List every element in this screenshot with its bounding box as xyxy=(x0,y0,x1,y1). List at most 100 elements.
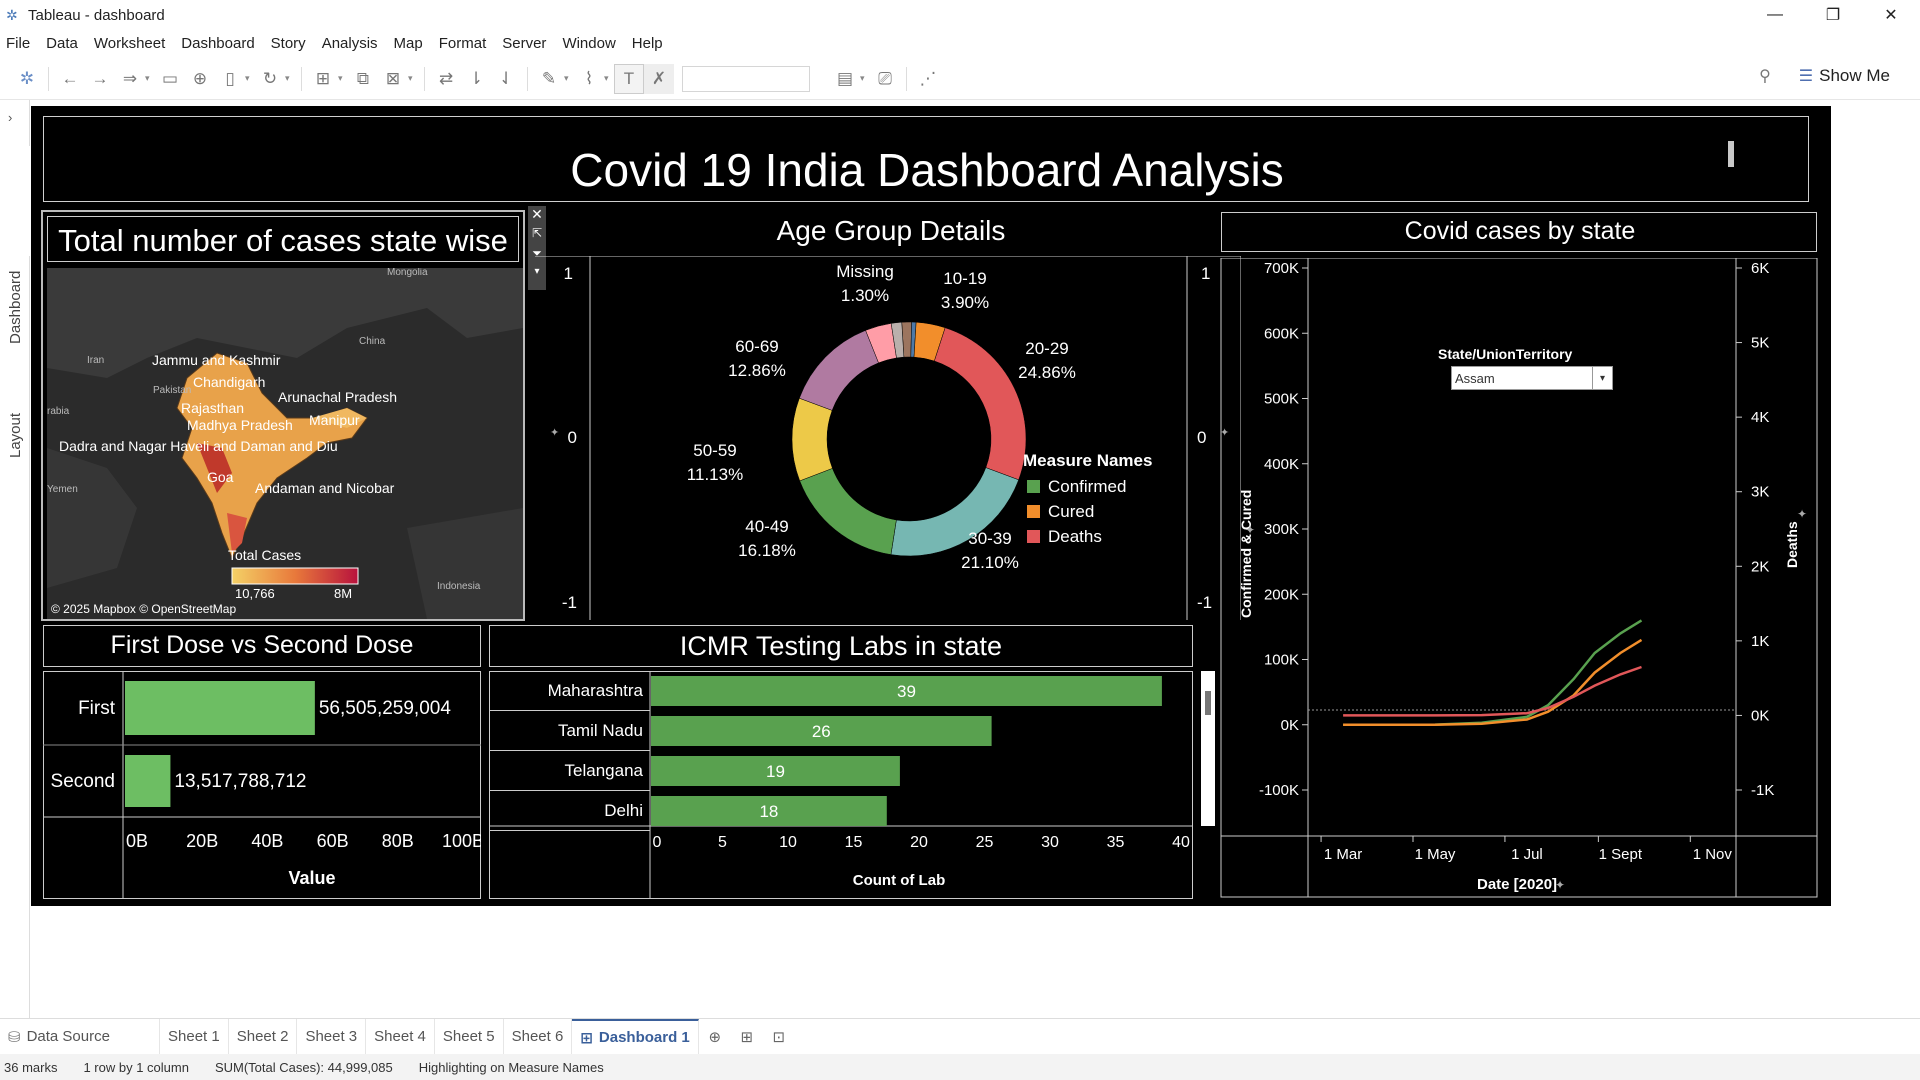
tab-sheet-2[interactable]: Sheet 2 xyxy=(229,1018,298,1055)
tab-sheet-6[interactable]: Sheet 6 xyxy=(504,1018,573,1055)
presentation-mode-icon[interactable]: ⎚ xyxy=(870,64,900,94)
tab-data-source[interactable]: ⛁ Data Source xyxy=(0,1018,160,1055)
slice-label-20-29-name: 20-29 xyxy=(1025,339,1068,358)
menu-dashboard[interactable]: Dashboard xyxy=(181,35,254,52)
map-svg[interactable]: Mongolia China Iran Pakistan rabia Yemen… xyxy=(47,268,523,619)
duplicate-icon[interactable]: ⧉ xyxy=(348,64,378,94)
donut-slice[interactable] xyxy=(799,330,879,411)
vertical-scrollbar[interactable] xyxy=(1728,141,1734,167)
age-group-panel: Age Group Details 1 0 -1 1 0 -1 Missing … xyxy=(535,210,1241,620)
menu-window[interactable]: Window xyxy=(562,35,615,52)
redo-icon[interactable]: → xyxy=(85,64,115,94)
map-title-box: Total number of cases state wise xyxy=(47,216,519,262)
show-labels-icon[interactable]: T xyxy=(614,63,644,94)
tableau-logo-icon: ✲ xyxy=(6,7,18,23)
fix-axes-icon[interactable]: ✗ xyxy=(644,63,674,94)
save-icon[interactable]: ▭ xyxy=(155,64,185,94)
donut-slice[interactable] xyxy=(799,468,897,555)
tab-layout[interactable]: Layout xyxy=(0,360,30,500)
y-right-pin-icon[interactable]: ✦ xyxy=(1797,507,1807,521)
fit-dropdown[interactable] xyxy=(682,65,810,92)
menu-map[interactable]: Map xyxy=(394,35,423,52)
menu-format[interactable]: Format xyxy=(439,35,487,52)
icmr-x-tick: 25 xyxy=(976,834,994,851)
doses-chart[interactable]: First 56,505,259,004Second 13,517,788,712 … xyxy=(43,671,481,899)
show-cards-icon[interactable]: ▤ xyxy=(830,64,860,94)
share-icon[interactable]: ⋰ xyxy=(913,64,943,94)
chevron-right-icon[interactable]: › xyxy=(8,110,12,125)
y-right-tick: 2K xyxy=(1751,558,1769,575)
pause-updates-icon[interactable]: ▯ xyxy=(215,64,245,94)
age-group-chart[interactable]: 1 0 -1 1 0 -1 Missing 1.30% 10-19 3.90% … xyxy=(535,256,1241,620)
sheet-tabs-bar: ⛁ Data Source Sheet 1 Sheet 2 Sheet 3 Sh… xyxy=(0,1018,1920,1055)
map-label-iran: Iran xyxy=(87,355,104,366)
new-dashboard-tab-icon[interactable]: ⊞ xyxy=(731,1019,763,1055)
legend-confirmed[interactable]: Confirmed xyxy=(1048,477,1126,496)
menu-bar: File Data Worksheet Dashboard Story Anal… xyxy=(0,30,1920,56)
group-icon[interactable]: ⌇ xyxy=(574,64,604,94)
left-axis-pin-icon[interactable]: ✦ xyxy=(550,427,559,439)
icmr-category-label: Tamil Nadu xyxy=(558,721,643,740)
dashboard-title: Covid 19 India Dashboard Analysis xyxy=(570,144,1284,196)
replay-icon[interactable]: ⇒ xyxy=(115,64,145,94)
menu-data[interactable]: Data xyxy=(46,35,78,52)
menu-worksheet[interactable]: Worksheet xyxy=(94,35,165,52)
donut-slice[interactable] xyxy=(791,397,833,482)
map-label-china: China xyxy=(359,336,386,347)
slice-label-missing-pct: 1.30% xyxy=(841,286,889,305)
chevron-down-icon[interactable]: ▾ xyxy=(1592,367,1612,389)
menu-help[interactable]: Help xyxy=(632,35,663,52)
show-me-button[interactable]: ⚲ ☰ Show Me xyxy=(1759,66,1890,86)
close-icon[interactable]: ✕ xyxy=(1862,0,1920,30)
undo-icon[interactable]: ← xyxy=(55,64,85,94)
donut-slice[interactable] xyxy=(934,327,1027,481)
tab-dashboard[interactable]: Dashboard xyxy=(0,146,30,344)
y-right-tick: 5K xyxy=(1751,335,1769,352)
menu-story[interactable]: Story xyxy=(271,35,306,52)
line-series-deaths[interactable] xyxy=(1343,665,1642,717)
new-worksheet-icon[interactable]: ⊞ xyxy=(308,64,338,94)
legend-title: Measure Names xyxy=(1023,451,1152,470)
covid-state-title: Covid cases by state xyxy=(1404,217,1636,245)
menu-server[interactable]: Server xyxy=(502,35,546,52)
toolbar: ✲ ← → ⇒ ▾ ▭ ⊕ ▯ ▾ ↻ ▾ ⊞ ▾ ⧉ ⊠ ▾ ⇄ ⇂ ⇃ ✎ ▾ ⌇ ▾ T… xyxy=(0,58,1920,100)
map-panel[interactable]: Total number of cases state wise Mongoli… xyxy=(41,210,525,621)
map-label-mongolia: Mongolia xyxy=(387,268,428,278)
right-axis-top: 1 xyxy=(1201,264,1210,283)
y-left-tick: 300K xyxy=(1264,521,1299,538)
legend-cured[interactable]: Cured xyxy=(1048,502,1094,521)
menu-analysis[interactable]: Analysis xyxy=(322,35,378,52)
new-story-tab-icon[interactable]: ⊡ xyxy=(763,1019,795,1055)
sort-ascending-icon[interactable]: ⇂ xyxy=(461,64,491,94)
new-worksheet-tab-icon[interactable]: ⊕ xyxy=(699,1019,731,1055)
tab-sheet-5[interactable]: Sheet 5 xyxy=(435,1018,504,1055)
state-filter-dropdown[interactable]: Assam ▾ xyxy=(1451,366,1613,390)
icmr-chart[interactable]: Maharashtra 39 Tamil Nadu 26 Telangana 19 Delh… xyxy=(489,671,1225,899)
doses-bar[interactable] xyxy=(125,755,171,807)
legend-deaths[interactable]: Deaths xyxy=(1048,527,1102,546)
menu-file[interactable]: File xyxy=(6,35,30,52)
swap-axes-icon[interactable]: ⇄ xyxy=(431,64,461,94)
tab-dashboard-1[interactable]: ⊞ Dashboard 1 xyxy=(572,1018,699,1055)
tableau-home-icon[interactable]: ✲ xyxy=(12,64,42,94)
minimize-icon[interactable]: — xyxy=(1746,0,1804,30)
icmr-x-tick: 20 xyxy=(910,834,928,851)
tab-sheet-4[interactable]: Sheet 4 xyxy=(366,1018,435,1055)
icmr-x-tick: 0 xyxy=(653,834,662,851)
horizontal-scrollbar[interactable] xyxy=(64,201,1744,202)
x-axis-pin-icon[interactable]: ✦ xyxy=(1555,878,1565,892)
doses-bar[interactable] xyxy=(125,681,315,735)
tab-sheet-3[interactable]: Sheet 3 xyxy=(297,1018,367,1055)
tab-sheet-1[interactable]: Sheet 1 xyxy=(160,1018,229,1055)
sort-descending-icon[interactable]: ⇃ xyxy=(491,64,521,94)
new-datasource-icon[interactable]: ⊕ xyxy=(185,64,215,94)
restore-icon[interactable]: ❐ xyxy=(1804,0,1862,30)
clear-sheet-icon[interactable]: ⊠ xyxy=(378,64,408,94)
y-right-tick: 4K xyxy=(1751,409,1769,426)
legend-swatch-deaths xyxy=(1027,530,1040,543)
refresh-icon[interactable]: ↻ xyxy=(255,64,285,94)
slice-label-10-19-name: 10-19 xyxy=(943,269,986,288)
icmr-scrollbar-thumb[interactable] xyxy=(1205,691,1211,715)
y-left-pin-icon[interactable]: ✦ xyxy=(1245,523,1255,537)
highlight-icon[interactable]: ✎ xyxy=(534,64,564,94)
